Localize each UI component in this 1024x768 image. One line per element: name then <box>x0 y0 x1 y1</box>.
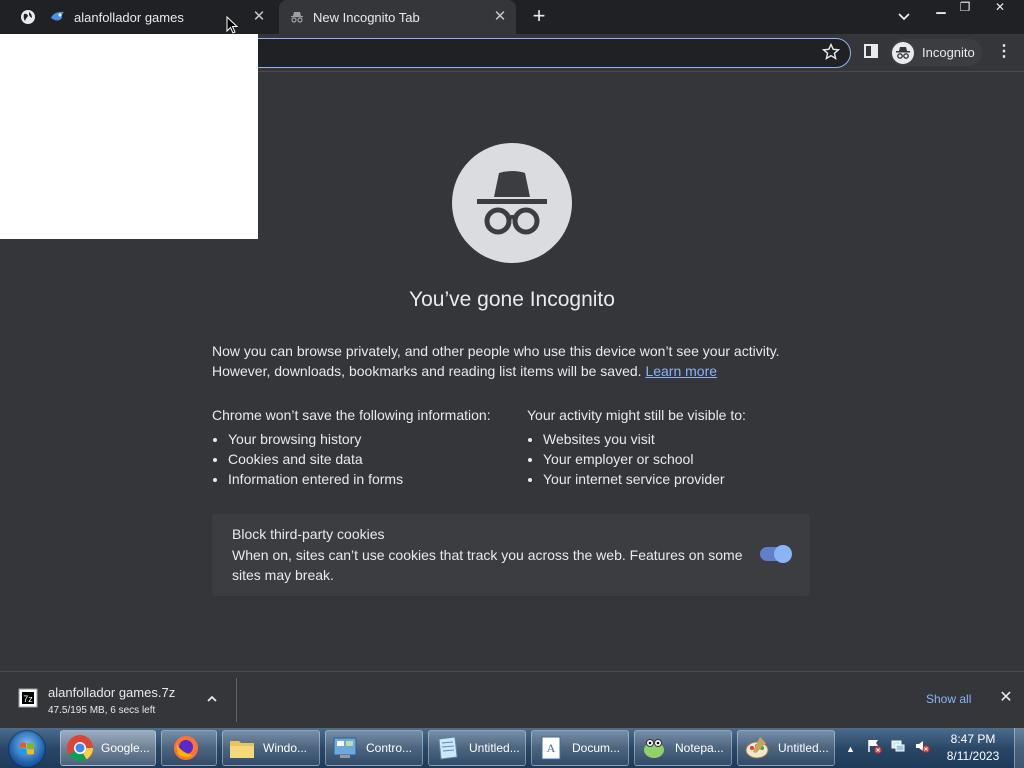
taskbar-item-label: Docum... <box>572 741 621 755</box>
profile-label: Incognito <box>922 45 975 60</box>
intro-line-1: Now you can browse privately, and other … <box>212 343 780 359</box>
taskbar-item-label: Untitled... <box>778 741 829 755</box>
svg-text:7z: 7z <box>23 694 33 704</box>
download-shelf: 7z alanfollador games.7z 47.5/195 MB, 6 … <box>0 671 1024 729</box>
still-visible-heading: Your activity might still be visible to: <box>527 405 827 425</box>
tab-title: New Incognito Tab <box>313 10 420 25</box>
taskbar-item-notepad[interactable]: Untitled... <box>428 730 526 766</box>
close-icon[interactable]: ✕ <box>998 690 1014 706</box>
toggle-knob <box>774 545 792 563</box>
taskbar-item-chrome[interactable]: Google... <box>60 730 156 766</box>
list-item: Your browsing history <box>228 429 512 449</box>
chevron-up-icon[interactable] <box>205 692 219 706</box>
taskbar-item-firefox[interactable] <box>161 730 217 766</box>
incognito-hero-icon <box>452 143 572 263</box>
notepadpp-icon <box>644 739 664 758</box>
side-panel-icon[interactable] <box>864 44 878 58</box>
volume-icon[interactable] <box>914 738 930 754</box>
show-hidden-icons-button[interactable]: ▲ <box>846 744 855 754</box>
still-visible-column: Your activity might still be visible to:… <box>527 405 827 489</box>
divider <box>236 678 237 722</box>
cookie-controls-card: Block third-party cookies When on, sites… <box>212 514 810 596</box>
not-saved-heading: Chrome won’t save the following informat… <box>212 407 491 423</box>
cookie-card-description: When on, sites can’t use cookies that tr… <box>232 547 743 583</box>
new-tab-button[interactable]: + <box>528 5 550 28</box>
not-saved-column: Chrome won’t save the following informat… <box>212 405 512 489</box>
action-center-icon[interactable] <box>866 738 882 754</box>
network-icon[interactable] <box>890 738 906 754</box>
more-menu-icon[interactable]: ⋮ <box>996 42 1012 62</box>
windows-logo-icon <box>20 742 34 755</box>
clock-time: 8:47 PM <box>950 732 996 746</box>
start-button[interactable] <box>8 730 46 768</box>
heading-prefix: Your activity <box>527 407 602 423</box>
taskbar-item-label: Windo... <box>263 741 308 755</box>
taskbar-item-explorer[interactable]: Windo... <box>222 730 320 766</box>
tab-strip: alanfollador games ✕ New Incognito Tab ✕… <box>0 0 1024 34</box>
block-cookies-toggle[interactable] <box>760 545 792 563</box>
bookmark-star-icon[interactable] <box>822 43 840 61</box>
firefox-icon <box>174 736 198 760</box>
paint-icon <box>745 737 769 759</box>
restore-button[interactable]: ❐ <box>951 0 979 18</box>
heading-suffix: still be visible to: <box>643 407 746 423</box>
folder-icon <box>230 741 254 758</box>
taskbar-item-label: Notepa... <box>675 741 724 755</box>
list-item: Your employer or school <box>543 449 827 469</box>
list-item: Websites you visit <box>543 429 827 449</box>
address-bar[interactable] <box>240 38 851 68</box>
incognito-profile-button[interactable]: Incognito <box>890 39 982 66</box>
wordpad-icon: A <box>541 736 561 760</box>
page-title: You’ve gone Incognito <box>409 288 615 311</box>
chrome-icon <box>67 735 94 762</box>
taskbar-item-paint[interactable]: Untitled... <box>737 730 835 766</box>
taskbar-item-label: Untitled... <box>469 741 520 755</box>
close-tab-icon[interactable]: ✕ <box>251 9 267 25</box>
incognito-icon <box>291 12 303 23</box>
close-window-button[interactable]: ✕ <box>982 0 1018 18</box>
control-panel-icon <box>333 737 357 758</box>
incognito-icon <box>892 41 914 64</box>
tab-title: alanfollador games <box>74 10 184 25</box>
svg-text:A: A <box>547 741 556 755</box>
download-status: 47.5/195 MB, 6 secs left <box>48 705 156 716</box>
list-item: Information entered in forms <box>228 469 512 489</box>
show-all-button[interactable]: Show all <box>926 692 971 706</box>
list-item: Cookies and site data <box>228 449 512 469</box>
intro-text: Now you can browse privately, and other … <box>212 341 812 381</box>
taskbar-item-wordpad[interactable]: A Docum... <box>531 730 629 766</box>
list-item: Your internet service provider <box>543 469 827 489</box>
notepad-doc-icon <box>438 736 458 760</box>
site-favicon-icon <box>51 11 64 21</box>
taskbar-item-label: Contro... <box>366 741 413 755</box>
heading-emphasis: might <box>605 407 641 423</box>
clock-date: 8/11/2023 <box>946 749 1000 763</box>
chevron-down-icon[interactable] <box>896 9 912 25</box>
tab-hover-card <box>0 34 258 239</box>
taskbar-clock[interactable]: 8:47 PM 8/11/2023 <box>938 731 1008 765</box>
tab-new-incognito[interactable]: New Incognito Tab ✕ <box>279 0 516 34</box>
intro-line-2: However, downloads, bookmarks and readin… <box>212 363 642 379</box>
taskbar-item-label: Google... <box>101 741 150 755</box>
7z-archive-icon[interactable]: 7z <box>18 688 38 708</box>
cookie-card-title: Block third-party cookies <box>232 526 385 542</box>
taskbar-item-notepadpp[interactable]: Notepa... <box>634 730 732 766</box>
close-tab-icon[interactable]: ✕ <box>492 9 508 25</box>
taskbar-item-control-panel[interactable]: Contro... <box>325 730 423 766</box>
mouse-cursor-icon <box>226 16 238 34</box>
learn-more-link[interactable]: Learn more <box>645 363 717 379</box>
show-desktop-button[interactable] <box>1014 728 1024 768</box>
download-filename[interactable]: alanfollador games.7z <box>48 685 175 700</box>
